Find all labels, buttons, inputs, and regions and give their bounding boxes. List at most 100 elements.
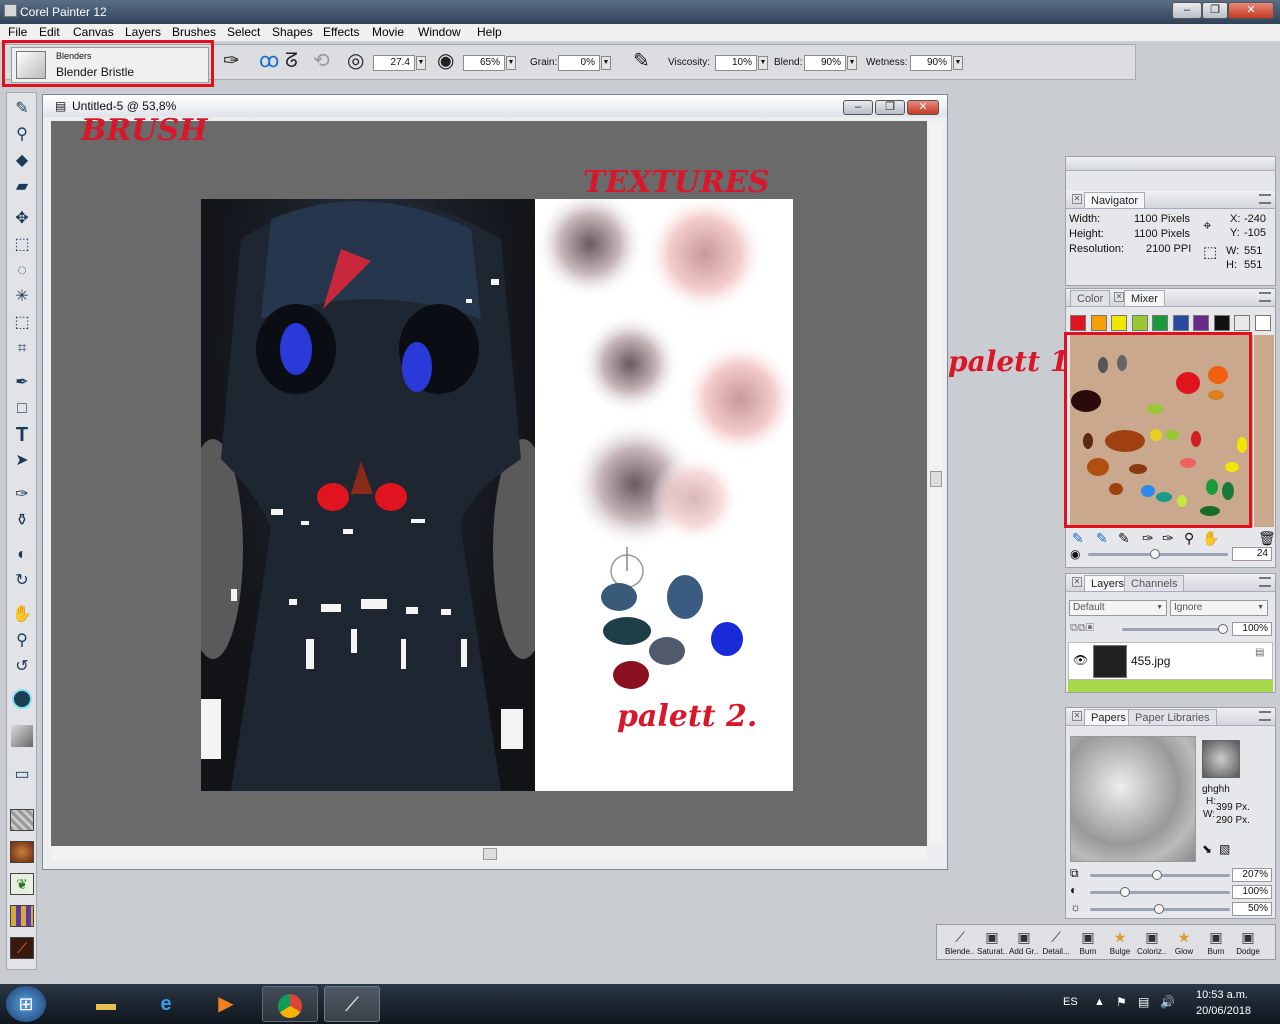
menu-window[interactable]: Window [418,25,461,39]
horizontal-scrollbar[interactable] [51,847,927,861]
layer-opacity-slider[interactable] [1122,628,1222,631]
navigator-menu-icon[interactable] [1259,194,1271,204]
grain-dropdown-icon[interactable]: ▼ [601,56,611,70]
panel-group-grip[interactable] [1066,157,1275,171]
mixer-menu-icon[interactable] [1259,292,1271,302]
navigator-close-icon[interactable]: ✕ [1072,194,1082,204]
dodge-tool-icon[interactable]: ◐ [9,543,35,567]
flag-icon[interactable]: ⚑ [1116,995,1127,1009]
viscosity-dropdown-icon[interactable]: ▼ [758,56,768,70]
brush-tool-icon[interactable]: ✎ [9,97,35,121]
text-tool-icon[interactable]: T [9,423,35,447]
opacity-field[interactable]: 65% [463,55,505,71]
dropper-tool-icon[interactable]: ⚲ [9,123,35,147]
magic-wand-tool-icon[interactable]: ✳ [9,285,35,309]
wetness-field[interactable]: 90% [910,55,952,71]
strip-item-blender[interactable]: ⟋ Blende... [945,927,975,959]
papers-menu-icon[interactable] [1259,711,1271,721]
paper-scale-value[interactable]: 207% [1232,868,1272,882]
strip-item-burn-2[interactable]: ▣ Burn [1201,927,1231,959]
composite-method-select[interactable]: Default ▼ [1069,600,1167,616]
mixer-swatch[interactable] [1172,315,1189,331]
pattern-selector-icon[interactable] [9,841,35,865]
magnifier-tool-icon[interactable]: ⚲ [9,629,35,653]
paper-selector-icon[interactable] [9,725,35,749]
menu-layers[interactable]: Layers [125,25,161,39]
menu-file[interactable]: File [8,25,27,39]
paper-contrast-value[interactable]: 100% [1232,885,1272,899]
size-field[interactable]: 27.4 [373,55,415,71]
layer-opacity-value[interactable]: 100% [1232,622,1272,636]
mixer-brush-size-value[interactable]: 24 [1232,547,1272,561]
strip-item-burn[interactable]: ▣ Burn [1073,927,1103,959]
vertical-scroll-thumb[interactable] [930,471,942,487]
paper-brightness-value[interactable]: 50% [1232,902,1272,916]
mixer-swatch[interactable] [1213,315,1230,331]
sample-multiple-icon[interactable]: ✑ [1162,530,1174,547]
paper-texture-icon[interactable]: ▧ [1219,842,1230,856]
doc-close-button[interactable]: ✕ [907,100,939,115]
crop-tool-icon[interactable]: ⌗ [9,337,35,361]
mixer-swatch[interactable] [1234,315,1250,331]
paper-contrast-slider[interactable] [1090,891,1230,894]
brush-ghost-icon[interactable]: ✑ [223,49,240,73]
menu-help[interactable]: Help [477,25,502,39]
clear-mixer-icon[interactable]: 🗑 [1258,530,1276,547]
mixer-brush-size-knob[interactable] [1150,549,1160,559]
straight-line-stroke-icon[interactable]: ᘔ [285,49,298,73]
menu-brushes[interactable]: Brushes [172,25,216,39]
grabber-tool-icon[interactable]: ✋ [9,603,35,627]
mix-color-icon[interactable]: ✎ [1118,530,1130,547]
media-selector-icon[interactable]: ▭ [9,763,35,787]
rubber-stamp-tool-icon[interactable]: ⚱ [9,509,35,533]
pen-tool-icon[interactable]: ✒ [9,371,35,395]
blend-dropdown-icon[interactable]: ▼ [847,56,857,70]
layer-opacity-knob[interactable] [1218,624,1228,634]
selection-adjuster-tool-icon[interactable]: ⬚ [9,311,35,335]
strip-item-detail[interactable]: ⟋ Detail... [1041,927,1071,959]
minimize-button[interactable]: ‒ [1172,2,1202,19]
opacity-dropdown-icon[interactable]: ▼ [506,56,516,70]
tab-mixer[interactable]: Mixer [1124,290,1165,306]
close-button[interactable]: ✕ [1228,2,1274,19]
paint-bucket-tool-icon[interactable]: ◆ [9,149,35,173]
strip-item-glow[interactable]: ★ Glow [1169,927,1199,959]
papers-close-icon[interactable]: ✕ [1072,711,1082,721]
paper-scale-knob[interactable] [1152,870,1162,880]
layer-adjuster-tool-icon[interactable]: ✥ [9,207,35,231]
zoom-mixer-icon[interactable]: ⚲ [1184,530,1194,547]
strip-item-dodge[interactable]: ▣ Dodge [1233,927,1263,959]
paper-thumbnail[interactable] [1202,740,1240,778]
eraser-tool-icon[interactable]: ▰ [9,175,35,199]
menu-movie[interactable]: Movie [372,25,404,39]
doc-maximize-button[interactable]: ❐ [875,100,905,115]
strip-item-saturation[interactable]: ▣ Saturat... [977,927,1007,959]
mixer-swatch[interactable] [1111,315,1127,331]
size-dropdown-icon[interactable]: ▼ [416,56,426,70]
wetness-dropdown-icon[interactable]: ▼ [953,56,963,70]
media-player-icon[interactable]: ▶ [198,986,254,1022]
strip-item-colorize[interactable]: ▣ Coloriz... [1137,927,1167,959]
language-indicator[interactable]: ES [1063,996,1078,1008]
paper-library-icon[interactable] [9,809,35,833]
mixer-swatch[interactable] [1131,315,1148,331]
mixer-close-icon[interactable]: ✕ [1114,292,1124,302]
dirty-mode-icon[interactable]: ✎ [633,49,650,73]
clock-time[interactable]: 10:53 a.m. [1196,989,1248,1001]
mirror-tool-icon[interactable]: ↻ [9,569,35,593]
mixer-swatch[interactable] [1070,315,1086,331]
rectangular-selection-tool-icon[interactable]: ⬚ [9,233,35,257]
chrome-icon[interactable] [262,986,318,1022]
look-selector-icon[interactable]: ⟋ [9,937,35,961]
mixer-swatch[interactable] [1254,315,1271,331]
network-icon[interactable]: ▤ [1138,995,1149,1009]
gradient-selector-icon[interactable] [9,905,35,929]
sample-color-icon[interactable]: ✑ [1142,530,1154,547]
invert-paper-icon[interactable]: ⬊ [1202,842,1212,856]
oval-selection-tool-icon[interactable]: ◌ [9,259,35,283]
internet-explorer-icon[interactable]: e [138,986,194,1022]
freehand-stroke-icon[interactable]: ꝏ [259,49,279,73]
shape-selection-tool-icon[interactable]: ➤ [9,449,35,473]
painter-taskbar-icon[interactable]: ⟋ [324,986,380,1022]
layer-row[interactable]: 👁 455.jpg ▤ [1068,642,1273,680]
